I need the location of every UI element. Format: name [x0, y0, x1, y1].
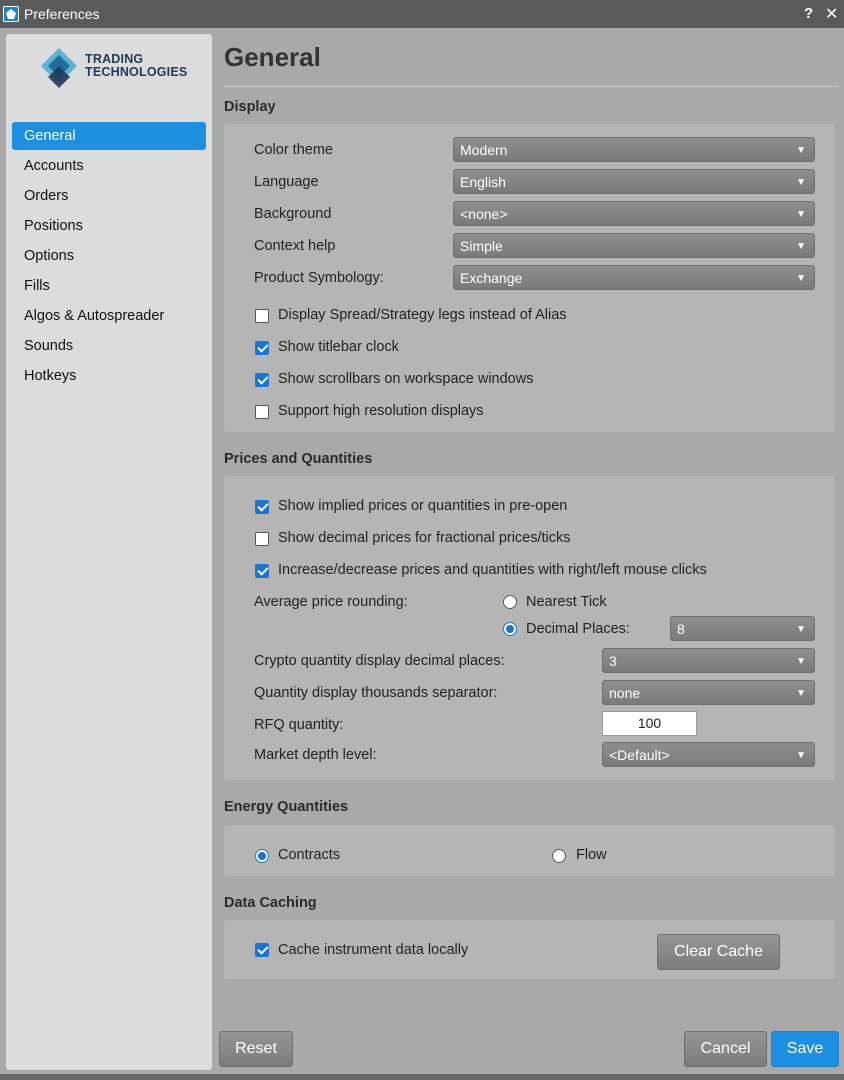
depth-select[interactable]: <Default> ▼: [602, 742, 815, 767]
decimal-prices-checkbox[interactable]: [255, 532, 269, 546]
high-res-label: Support high resolution displays: [278, 403, 484, 419]
section-heading-prices: Prices and Quantities: [224, 451, 373, 467]
help-icon[interactable]: ?: [804, 5, 813, 22]
titlebar-clock-checkbox[interactable]: [255, 341, 269, 355]
chevron-down-icon: ▼: [796, 624, 806, 635]
spread-legs-label: Display Spread/Strategy legs instead of …: [278, 307, 567, 323]
logo-line-2: TECHNOLOGIES: [85, 65, 188, 79]
decimal-places-select[interactable]: 8 ▼: [670, 616, 815, 641]
sidebar-item-fills[interactable]: Fills: [12, 272, 206, 300]
section-heading-caching: Data Caching: [224, 895, 317, 911]
background-label: Background: [254, 206, 332, 222]
reset-button[interactable]: Reset: [219, 1031, 293, 1067]
chevron-down-icon: ▼: [796, 177, 806, 188]
context-help-label: Context help: [254, 238, 336, 254]
implied-prices-label: Show implied prices or quantities in pre…: [278, 498, 568, 514]
decimal-places-radio[interactable]: [503, 622, 517, 636]
section-heading-display: Display: [224, 99, 276, 115]
spread-legs-checkbox[interactable]: [255, 309, 269, 323]
sidebar-item-general[interactable]: General: [12, 122, 206, 150]
context-help-select[interactable]: Simple ▼: [453, 233, 815, 258]
avg-rounding-label: Average price rounding:: [254, 594, 408, 610]
sidebar-item-accounts[interactable]: Accounts: [12, 152, 206, 180]
crypto-select[interactable]: 3 ▼: [602, 648, 815, 673]
language-select[interactable]: English ▼: [453, 169, 815, 194]
display-panel: Color theme Modern ▼ Language English ▼ …: [224, 124, 835, 432]
chevron-down-icon: ▼: [796, 688, 806, 699]
chevron-down-icon: ▼: [796, 209, 806, 220]
title-divider: [224, 86, 838, 87]
thousands-select[interactable]: none ▼: [602, 680, 815, 705]
section-heading-energy: Energy Quantities: [224, 799, 349, 815]
cache-local-label: Cache instrument data locally: [278, 942, 469, 958]
sidebar-item-sounds[interactable]: Sounds: [12, 332, 206, 360]
chevron-down-icon: ▼: [796, 145, 806, 156]
cancel-button[interactable]: Cancel: [684, 1031, 767, 1067]
prices-panel: Show implied prices or quantities in pre…: [224, 476, 835, 780]
mouse-clicks-checkbox[interactable]: [255, 564, 269, 578]
title-bar: Preferences ? ✕: [0, 0, 844, 28]
depth-label: Market depth level:: [254, 747, 377, 763]
save-button[interactable]: Save: [771, 1031, 839, 1067]
language-label: Language: [254, 174, 319, 190]
contracts-radio[interactable]: [255, 849, 269, 863]
nearest-tick-label: Nearest Tick: [526, 594, 607, 610]
flow-label: Flow: [576, 847, 607, 863]
clear-cache-button[interactable]: Clear Cache: [657, 934, 780, 970]
scrollbars-label: Show scrollbars on workspace windows: [278, 371, 534, 387]
background-select[interactable]: <none> ▼: [453, 201, 815, 226]
sidebar-item-algos[interactable]: Algos & Autospreader: [12, 302, 206, 330]
chevron-down-icon: ▼: [796, 273, 806, 284]
chevron-down-icon: ▼: [796, 750, 806, 761]
color-theme-label: Color theme: [254, 142, 333, 158]
titlebar-clock-label: Show titlebar clock: [278, 339, 399, 355]
decimal-places-label: Decimal Places:: [526, 621, 630, 637]
trading-technologies-logo: TRADING TECHNOLOGIES: [39, 46, 189, 90]
window-bottom-edge: [0, 1074, 844, 1080]
rfq-label: RFQ quantity:: [254, 717, 344, 733]
thousands-label: Quantity display thousands separator:: [254, 685, 498, 701]
high-res-checkbox[interactable]: [255, 405, 269, 419]
energy-panel: Contracts Flow: [224, 825, 835, 876]
crypto-label: Crypto quantity display decimal places:: [254, 653, 505, 669]
color-theme-select[interactable]: Modern ▼: [453, 137, 815, 162]
flow-radio[interactable]: [552, 849, 566, 863]
product-symbology-label: Product Symbology:: [254, 270, 384, 286]
sidebar-nav: General Accounts Orders Positions Option…: [12, 122, 206, 392]
sidebar-item-positions[interactable]: Positions: [12, 212, 206, 240]
product-symbology-select[interactable]: Exchange ▼: [453, 265, 815, 290]
nearest-tick-radio[interactable]: [503, 595, 517, 609]
sidebar: TRADING TECHNOLOGIES General Accounts Or…: [6, 34, 212, 1070]
window-title: Preferences: [24, 6, 100, 22]
logo-diamond-icon: [41, 48, 77, 88]
chevron-down-icon: ▼: [796, 656, 806, 667]
sidebar-item-hotkeys[interactable]: Hotkeys: [12, 362, 206, 390]
app-icon: [3, 6, 19, 22]
caching-panel: Cache instrument data locally Clear Cach…: [224, 920, 835, 979]
mouse-clicks-label: Increase/decrease prices and quantities …: [278, 562, 707, 578]
close-icon[interactable]: ✕: [825, 4, 838, 24]
decimal-prices-label: Show decimal prices for fractional price…: [278, 530, 571, 546]
contracts-label: Contracts: [278, 847, 341, 863]
page-title: General: [224, 42, 321, 72]
sidebar-item-options[interactable]: Options: [12, 242, 206, 270]
scrollbars-checkbox[interactable]: [255, 373, 269, 387]
cache-local-checkbox[interactable]: [255, 943, 269, 957]
chevron-down-icon: ▼: [796, 241, 806, 252]
implied-prices-checkbox[interactable]: [255, 500, 269, 514]
sidebar-item-orders[interactable]: Orders: [12, 182, 206, 210]
rfq-quantity-input[interactable]: 100: [602, 711, 697, 736]
